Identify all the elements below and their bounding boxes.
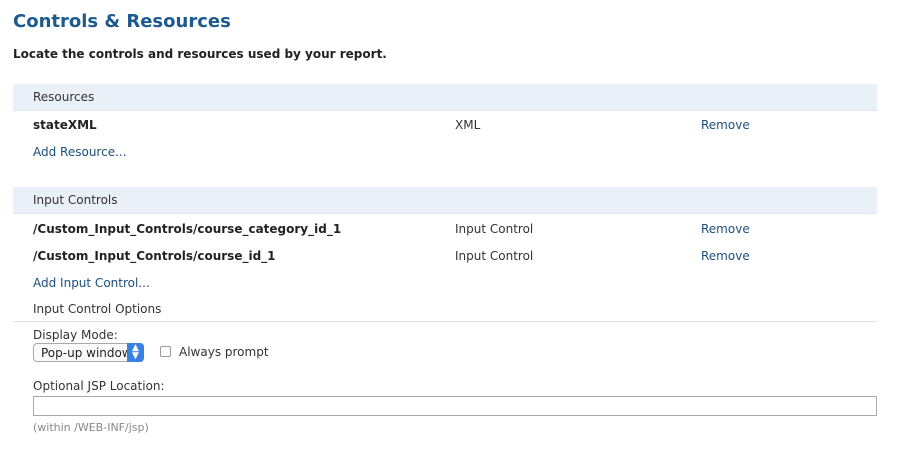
input-control-type: Input Control [455, 222, 534, 236]
input-control-name: /Custom_Input_Controls/course_category_i… [33, 222, 342, 236]
resources-section-header: Resources [13, 84, 877, 111]
input-control-name: /Custom_Input_Controls/course_id_1 [33, 249, 276, 263]
jsp-location-hint: (within /WEB-INF/jsp) [33, 421, 149, 434]
page-title: Controls & Resources [13, 11, 231, 32]
resource-row: stateXML XML Remove [13, 118, 877, 138]
remove-input-control-link[interactable]: Remove [701, 249, 750, 263]
add-input-control-link[interactable]: Add Input Control... [33, 276, 150, 290]
display-mode-value: Pop-up window [41, 346, 132, 360]
page-subtitle: Locate the controls and resources used b… [13, 47, 387, 61]
always-prompt-label: Always prompt [179, 345, 269, 359]
resources-section-label: Resources [33, 90, 95, 104]
display-mode-select[interactable]: Pop-up window ▲ ▼ [33, 343, 144, 362]
input-controls-section-header: Input Controls [13, 187, 877, 214]
display-mode-label: Display Mode: [33, 328, 118, 342]
input-control-row: /Custom_Input_Controls/course_id_1 Input… [13, 249, 877, 269]
always-prompt-checkbox[interactable] [160, 346, 171, 357]
resource-type: XML [455, 118, 481, 132]
divider [13, 321, 877, 322]
jsp-location-label: Optional JSP Location: [33, 379, 165, 393]
input-control-options-title: Input Control Options [33, 302, 162, 316]
jsp-location-input[interactable] [33, 396, 877, 416]
input-controls-section-label: Input Controls [33, 193, 118, 207]
resource-name: stateXML [33, 118, 97, 132]
chevron-updown-icon: ▲ ▼ [127, 343, 144, 362]
input-control-type: Input Control [455, 249, 534, 263]
remove-resource-link[interactable]: Remove [701, 118, 750, 132]
input-control-row: /Custom_Input_Controls/course_category_i… [13, 222, 877, 242]
remove-input-control-link[interactable]: Remove [701, 222, 750, 236]
add-resource-link[interactable]: Add Resource... [33, 145, 127, 159]
